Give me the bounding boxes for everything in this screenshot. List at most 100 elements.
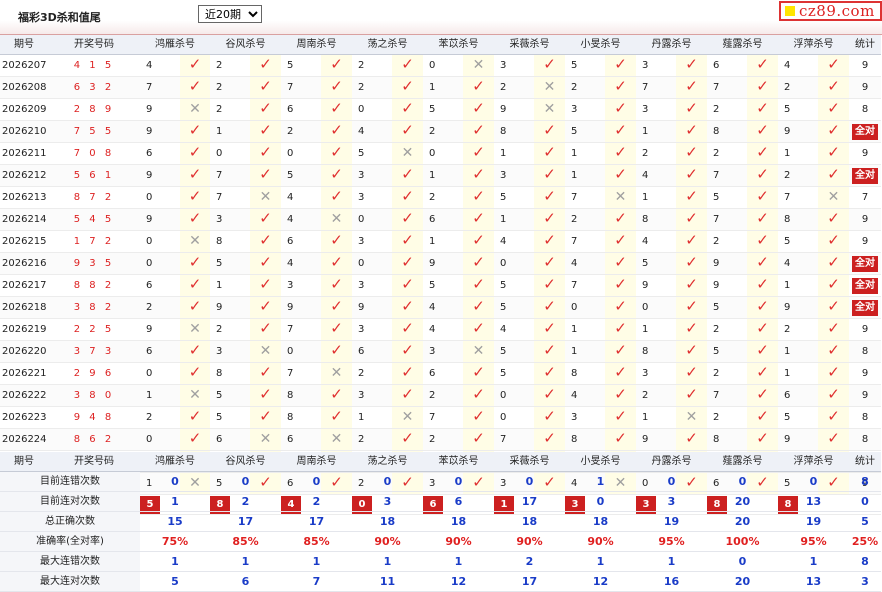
result-mark-cell: ✓ <box>250 208 281 231</box>
result-mark-cell: ✕ <box>392 406 423 429</box>
stats-header-period: 期号 <box>14 456 34 467</box>
table-header-row: 期号 开奖号码 鸿雁杀号 谷风杀号 周南杀号 荡之杀号 苯苡杀号 采薇杀号 小旻杀号 丹露杀号 薤露… <box>0 35 881 55</box>
result-mark-cell: ✓ <box>818 164 849 187</box>
kill-number-cell: 0 <box>281 142 321 165</box>
table-row: 2026216 9 3 5 0 ✓ 5 ✓ 4 ✓ 0 ✓ 9 ✓ 0 ✓ 4 ✓ 5 ✓ 9 ✓ 4 ✓ 全对 <box>0 252 881 275</box>
kill-number-cell: 5 <box>423 98 463 121</box>
kill-number-cell: 4 <box>281 208 321 231</box>
kill-number-cell: 8 <box>707 120 747 143</box>
result-mark-cell: ✓ <box>321 384 352 407</box>
result-mark-cell: ✓ <box>250 230 281 253</box>
result-mark-cell: ✓ <box>534 406 565 429</box>
check-icon: ✓ <box>330 165 343 183</box>
check-icon: ✓ <box>685 297 698 315</box>
check-icon: ✓ <box>756 429 769 447</box>
kill-number-cell: 5 <box>778 98 818 121</box>
kill-number-cell: 0 <box>352 98 392 121</box>
period-cell: 2026216 <box>0 252 48 275</box>
result-mark-cell: ✓ <box>392 208 423 231</box>
check-icon: ✓ <box>614 297 627 315</box>
kill-number-cell: 2 <box>210 318 250 341</box>
result-mark-cell: ✓ <box>605 54 636 77</box>
result-mark-cell: ✓ <box>463 362 494 385</box>
kill-number-cell: 9 <box>636 274 676 297</box>
kill-number-cell: 7 <box>565 230 605 253</box>
kill-number-cell: 6 <box>352 340 392 363</box>
result-mark-cell: ✓ <box>250 252 281 275</box>
result-mark-cell: ✓ <box>534 186 565 209</box>
result-mark-cell: ✓ <box>250 54 281 77</box>
site-badge[interactable]: cz89.com <box>779 1 882 21</box>
kill-number-cell: 2 <box>778 318 818 341</box>
check-icon: ✓ <box>188 341 202 359</box>
result-mark-cell: ✓ <box>747 208 778 231</box>
kill-number-cell: 2 <box>778 164 818 187</box>
result-mark-cell: ✓ <box>534 274 565 297</box>
kill-number-cell: 3 <box>352 318 392 341</box>
result-mark-cell: ✓ <box>180 164 210 187</box>
kill-number-cell: 6 <box>140 274 180 297</box>
period-select[interactable]: 近20期 <box>198 5 262 23</box>
result-mark-cell: ✓ <box>180 142 210 165</box>
table-row: 2026208 6 3 2 7 ✓ 2 ✓ 7 ✓ 2 ✓ 1 ✓ 2 ✕ 2 ✓ 7 ✓ 7 ✓ 2 ✓ 9 <box>0 76 881 99</box>
check-icon: ✓ <box>259 319 272 337</box>
stats-value-cell: 0 <box>707 551 778 572</box>
check-icon: ✓ <box>827 407 840 425</box>
kill-number-cell: 5 <box>494 362 534 385</box>
cross-icon: ✕ <box>330 364 343 381</box>
result-mark-cell: ✓ <box>392 120 423 143</box>
check-icon: ✓ <box>614 275 627 293</box>
check-icon: ✓ <box>401 363 414 381</box>
check-icon: ✓ <box>685 209 698 227</box>
kill-number-cell: 1 <box>494 142 534 165</box>
check-icon: ✓ <box>188 275 202 293</box>
stats-value-cell: 20 <box>707 491 778 512</box>
kill-number-cell: 2 <box>636 142 676 165</box>
check-icon: ✓ <box>543 143 556 161</box>
kill-number-cell: 6 <box>281 98 321 121</box>
result-mark-cell: ✓ <box>605 142 636 165</box>
result-mark-cell: ✓ <box>180 406 210 429</box>
kill-number-cell: 6 <box>707 54 747 77</box>
kill-number-cell: 0 <box>494 252 534 275</box>
kill-number-cell: 7 <box>707 76 747 99</box>
result-mark-cell: ✓ <box>250 274 281 297</box>
stat-cell: 9 <box>849 384 881 407</box>
kill-number-cell: 9 <box>210 296 250 319</box>
cross-icon: ✕ <box>189 320 201 337</box>
kill-number-cell: 2 <box>281 120 321 143</box>
check-icon: ✓ <box>259 209 272 227</box>
period-cell: 2026209 <box>0 98 48 121</box>
stats-value-cell: 19 <box>636 511 707 532</box>
result-mark-cell: ✓ <box>747 120 778 143</box>
check-icon: ✓ <box>543 231 556 249</box>
kill-number-cell: 3 <box>636 54 676 77</box>
table-body: 2026207 4 1 5 4 ✓ 2 ✓ 5 ✓ 2 ✓ 0 ✕ 3 ✓ 5 ✓ 3 ✓ 6 ✓ 4 ✓ 9 2026208… <box>0 54 881 515</box>
column-header: 开奖号码 <box>48 35 140 55</box>
table-row: 2026215 1 7 2 0 ✕ 8 ✓ 6 ✓ 3 ✓ 1 ✓ 4 ✓ 7 ✓ 4 ✓ 2 ✓ 5 ✓ 9 <box>0 230 881 253</box>
check-icon: ✓ <box>259 253 272 271</box>
statistics-table: 期号 开奖号码 鸿雁杀号 谷风杀号 周南杀号 荡之杀号 苯苡杀号 采薇杀号 小旻杀号 丹露杀号 薤露… <box>0 452 881 592</box>
check-icon: ✓ <box>472 275 485 293</box>
kill-number-cell: 7 <box>210 186 250 209</box>
stats-value-cell: 11 <box>352 571 423 592</box>
stats-value-cell: 18 <box>352 511 423 532</box>
stats-value-cell: 18 <box>423 511 494 532</box>
table-row: 2026224 8 6 2 0 ✓ 6 ✕ 6 ✕ 2 ✓ 2 ✓ 7 ✓ 8 ✓ 9 ✓ 8 ✓ 9 ✓ 8 <box>0 428 881 451</box>
check-icon: ✓ <box>401 429 414 447</box>
stats-label-cell: 目前连对次数 <box>0 491 140 512</box>
result-mark-cell: ✕ <box>250 186 281 209</box>
check-icon: ✓ <box>685 143 698 161</box>
result-mark-cell: ✓ <box>321 340 352 363</box>
check-icon: ✓ <box>188 165 202 183</box>
check-icon: ✓ <box>685 275 698 293</box>
stats-value-cell: 0 <box>778 471 849 492</box>
result-mark-cell: ✓ <box>676 296 707 319</box>
result-mark-cell: ✓ <box>250 296 281 319</box>
result-mark-cell: ✓ <box>534 296 565 319</box>
stats-column-header: 苯苡杀号 <box>423 452 494 472</box>
check-icon: ✓ <box>756 341 769 359</box>
kill-number-cell: 4 <box>778 252 818 275</box>
result-mark-cell: ✓ <box>747 406 778 429</box>
check-icon: ✓ <box>543 429 556 447</box>
